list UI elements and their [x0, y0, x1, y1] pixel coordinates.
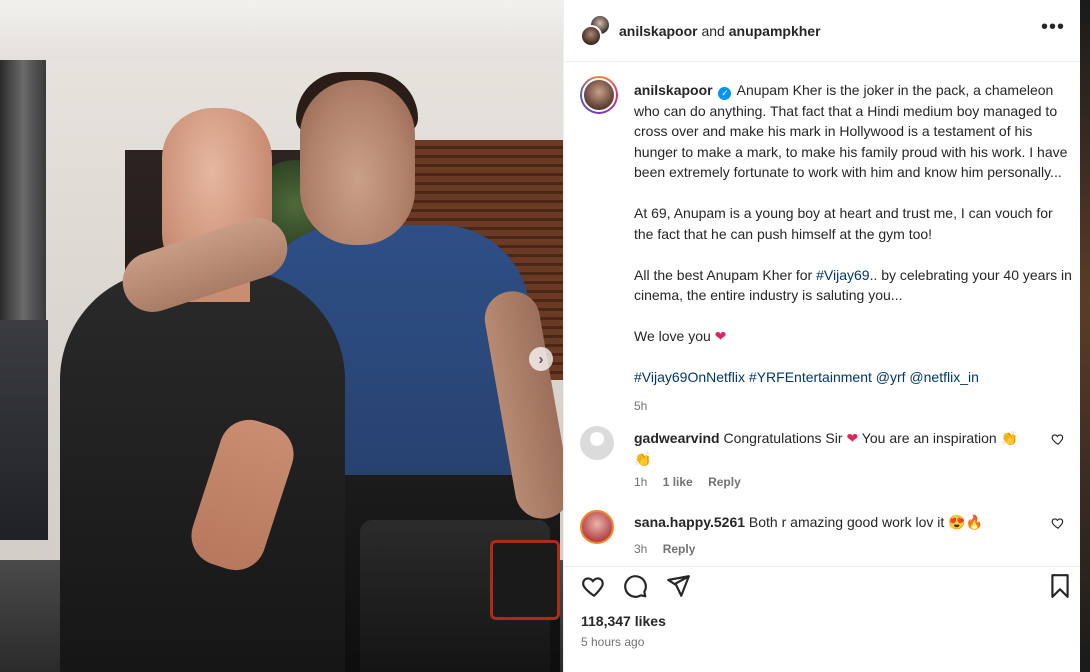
caption-text: anilskapoor ✓ Anupam Kher is the joker i… — [634, 80, 1074, 416]
author-joiner: and — [701, 22, 725, 39]
avatar-anilskapoor[interactable] — [580, 24, 602, 47]
post-details-panel: anilskapoor and anupampkher ••• anilskap… — [563, 0, 1090, 672]
bookmark-icon[interactable] — [1047, 573, 1073, 599]
heart-icon[interactable] — [1051, 432, 1065, 446]
more-horizontal-icon[interactable]: ••• — [1041, 17, 1065, 37]
photo-gym-rack — [0, 320, 48, 540]
caption-avatar[interactable] — [580, 76, 618, 114]
post-photo[interactable]: › — [0, 0, 563, 672]
comment-like-count[interactable]: 1 like — [663, 475, 693, 489]
author-username-1[interactable]: anilskapoor — [619, 23, 698, 39]
hashtag-link[interactable]: #Vijay69OnNetflix — [634, 369, 745, 385]
red-heart-emoji: ❤ — [714, 328, 727, 344]
comment-item: gadwearvind Congratulations Sir ❤ You ar… — [580, 426, 1075, 496]
mention-link[interactable]: @yrf — [876, 369, 906, 385]
caption-tags: #Vijay69OnNetflix #YRFEntertainment @yrf… — [634, 367, 1074, 388]
like-count[interactable]: 118,347 likes — [581, 613, 666, 629]
comment-reply-button[interactable]: Reply — [663, 542, 696, 556]
caption-paragraph-4: We love you ❤ — [634, 328, 727, 344]
instagram-post-view: › anilskapoor and anupampkher ••• anilsk… — [0, 0, 1090, 672]
background-edge — [1080, 0, 1090, 672]
post-action-bar — [564, 566, 1090, 602]
photo-bike-console — [490, 540, 560, 620]
chevron-right-icon[interactable]: › — [529, 347, 553, 371]
share-icon[interactable] — [665, 573, 691, 599]
heart-icon[interactable] — [581, 573, 607, 599]
verified-badge-icon: ✓ — [718, 87, 732, 100]
photo-person-left-shirt — [60, 270, 345, 672]
comment-time[interactable]: 3h — [634, 542, 647, 556]
comment-meta: 3h Reply — [634, 542, 707, 556]
red-heart-emoji: ❤ — [846, 430, 859, 446]
comment-text: sana.happy.5261 Both r amazing good work… — [634, 514, 983, 530]
caption-time[interactable]: 5h — [634, 396, 1074, 417]
post-header: anilskapoor and anupampkher ••• — [564, 0, 1090, 62]
post-caption: anilskapoor ✓ Anupam Kher is the joker i… — [580, 76, 1075, 413]
comment-meta: 1h 1 like Reply — [634, 475, 753, 489]
comment-avatar[interactable] — [580, 426, 614, 460]
comment-username[interactable]: gadwearvind — [634, 430, 720, 446]
comment-item: sana.happy.5261 Both r amazing good work… — [580, 510, 1075, 560]
caption-paragraph-2: At 69, Anupam is a young boy at heart an… — [634, 205, 1053, 242]
comment-username[interactable]: sana.happy.5261 — [634, 514, 745, 530]
comment-icon[interactable] — [622, 573, 648, 599]
caption-username[interactable]: anilskapoor — [634, 82, 713, 98]
hashtag-link[interactable]: #Vijay69 — [816, 267, 869, 283]
author-username-2[interactable]: anupampkher — [729, 23, 821, 39]
collab-avatars[interactable] — [580, 13, 611, 48]
comment-time[interactable]: 1h — [634, 475, 647, 489]
photo-ceiling — [0, 0, 563, 60]
post-author-title: anilskapoor and anupampkher — [619, 23, 821, 39]
comment-text: gadwearvind Congratulations Sir ❤ You ar… — [634, 430, 1019, 467]
heart-icon[interactable] — [1051, 516, 1065, 530]
hashtag-link[interactable]: #YRFEntertainment — [749, 369, 872, 385]
photo-person-right-head — [300, 80, 415, 245]
post-timestamp[interactable]: 5 hours ago — [581, 635, 644, 649]
comment-avatar[interactable] — [580, 510, 614, 544]
mention-link[interactable]: @netflix_in — [909, 369, 978, 385]
caption-paragraph-3: All the best Anupam Kher for #Vijay69.. … — [634, 266, 1072, 304]
comment-reply-button[interactable]: Reply — [708, 475, 741, 489]
